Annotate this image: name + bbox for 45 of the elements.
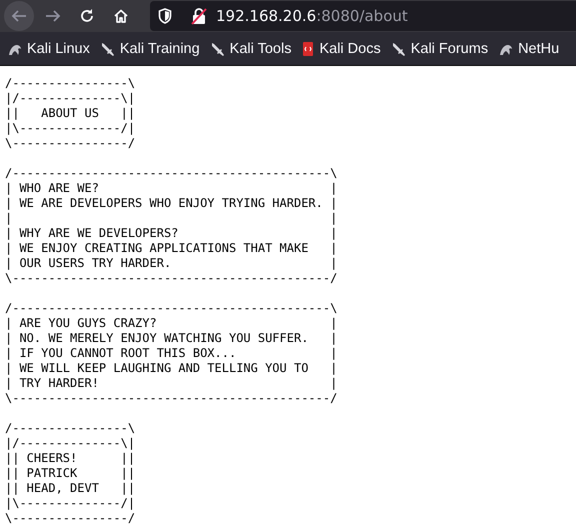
dagger-icon bbox=[100, 42, 115, 56]
ascii-line: \--------------------------------------------/ bbox=[5, 391, 338, 406]
ascii-line: | WHO ARE WE? | bbox=[5, 181, 338, 196]
bookmark-item[interactable]: NetHu bbox=[499, 40, 560, 56]
bookmark-item[interactable]: Kali Docs bbox=[302, 40, 381, 56]
bookmark-item[interactable]: Kali Training bbox=[100, 40, 200, 56]
url-text[interactable]: 192.168.20.6:8080/about bbox=[216, 7, 408, 25]
ascii-line: \--------------------------------------------/ bbox=[5, 271, 338, 286]
ascii-line: |\--------------/| bbox=[5, 496, 136, 511]
ascii-line: \----------------/ bbox=[5, 136, 136, 151]
ascii-line: /----------------\ bbox=[5, 76, 136, 91]
ascii-line: \----------------/ bbox=[5, 511, 136, 526]
ascii-line: | NO. WE MERELY ENJOY WATCHING YOU SUFFER. | bbox=[5, 331, 338, 346]
dagger-icon bbox=[392, 42, 406, 56]
ascii-line: || CHEERS! || bbox=[5, 451, 136, 466]
ascii-line: | TRY HARDER! | bbox=[5, 376, 338, 391]
address-bar[interactable]: 192.168.20.6:8080/about bbox=[150, 1, 576, 31]
bookmark-item[interactable]: Kali Forums bbox=[392, 40, 488, 56]
bookmark-item[interactable]: Kali Linux bbox=[8, 40, 90, 56]
ascii-line: | OUR USERS TRY HARDER. | bbox=[5, 256, 338, 271]
ascii-line: |\--------------/| bbox=[5, 121, 136, 136]
ascii-line: |/--------------\| bbox=[5, 91, 136, 106]
ascii-line: |/--------------\| bbox=[5, 436, 136, 451]
ascii-line: /----------------\ bbox=[5, 421, 136, 436]
ascii-line: | WE WILL KEEP LAUGHING AND TELLING YOU TO | bbox=[5, 361, 338, 376]
ascii-line: /--------------------------------------------\ bbox=[5, 166, 338, 181]
back-arrow-icon bbox=[11, 8, 27, 24]
ascii-line: /--------------------------------------------\ bbox=[5, 301, 338, 316]
ascii-line: | ARE YOU GUYS CRAZY? | bbox=[5, 316, 338, 331]
dagger-icon bbox=[210, 42, 225, 56]
forward-arrow-icon bbox=[45, 8, 61, 24]
shield-icon[interactable] bbox=[158, 8, 172, 24]
insecure-lock-icon[interactable] bbox=[190, 7, 208, 25]
ascii-line: | IF YOU CANNOT ROOT THIS BOX... | bbox=[5, 346, 338, 361]
ascii-line: | WE ARE DEVELOPERS WHO ENJOY TRYING HARDER. | bbox=[5, 196, 338, 211]
ascii-line: || HEAD, DEVT || bbox=[5, 481, 136, 496]
ascii-line: | WE ENJOY CREATING APPLICATIONS THAT MAKE | bbox=[5, 241, 338, 256]
book-icon bbox=[302, 40, 314, 56]
home-icon bbox=[113, 8, 129, 24]
ascii-line: || ABOUT US || bbox=[5, 106, 136, 121]
bookmark-item[interactable]: Kali Tools bbox=[210, 40, 292, 56]
reload-icon bbox=[79, 8, 95, 24]
ascii-line: | WHY ARE WE DEVELOPERS? | bbox=[5, 226, 338, 241]
ascii-line: | | bbox=[5, 211, 338, 226]
ascii-line: || PATRICK || bbox=[5, 466, 136, 481]
